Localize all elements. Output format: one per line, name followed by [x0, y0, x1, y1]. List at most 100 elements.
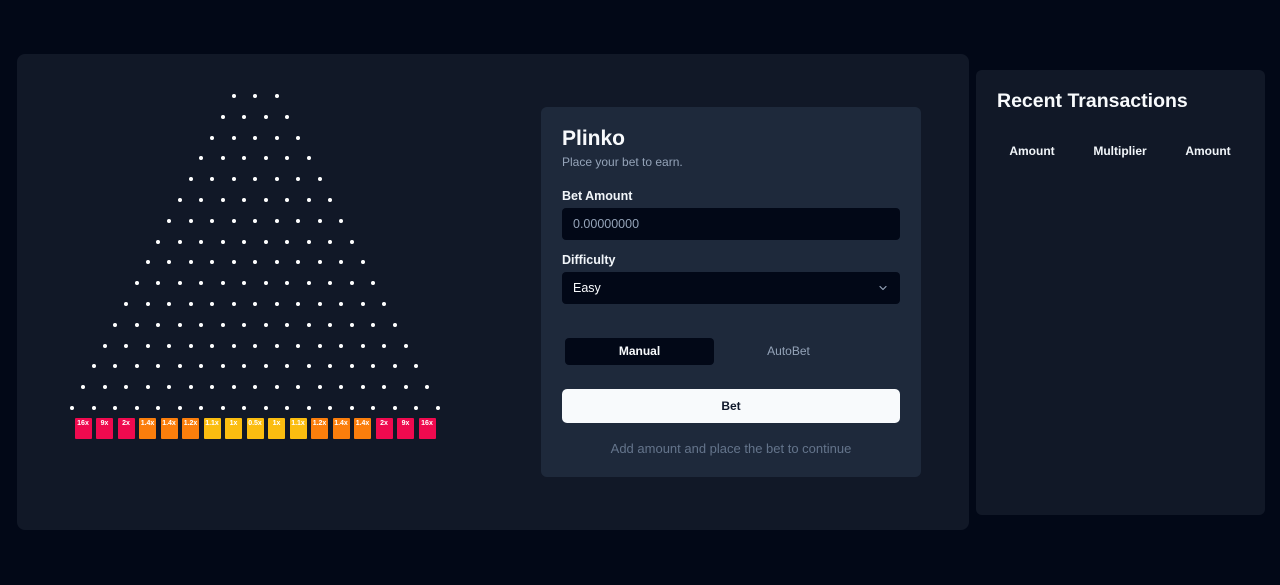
peg	[403, 343, 408, 348]
peg	[349, 281, 354, 286]
peg	[317, 385, 322, 390]
peg	[263, 239, 268, 244]
peg	[167, 343, 171, 348]
peg	[188, 177, 193, 182]
peg	[231, 260, 236, 265]
peg	[145, 343, 150, 348]
peg	[296, 385, 300, 390]
peg	[274, 385, 279, 390]
peg	[253, 385, 257, 390]
peg	[296, 218, 300, 223]
peg	[167, 385, 171, 390]
peg	[210, 177, 214, 182]
peg	[220, 198, 225, 202]
peg	[317, 260, 322, 265]
peg	[199, 406, 204, 410]
tab-manual[interactable]: Manual	[565, 338, 714, 365]
peg	[242, 198, 247, 202]
bet-button[interactable]: Bet	[562, 389, 900, 423]
peg	[285, 156, 290, 161]
peg	[145, 302, 150, 306]
peg	[134, 364, 139, 369]
peg	[177, 322, 182, 327]
difficulty-select[interactable]: Easy	[562, 272, 900, 304]
peg	[210, 135, 214, 140]
peg	[274, 135, 279, 140]
peg	[145, 385, 150, 390]
multiplier-label: 1.4x	[162, 420, 176, 427]
peg	[296, 302, 300, 306]
multiplier-label: 16x	[421, 420, 433, 427]
multiplier-label: 2x	[380, 420, 388, 427]
bet-amount-label: Bet Amount	[562, 189, 633, 203]
peg	[382, 302, 386, 306]
multiplier-label: 1x	[272, 420, 281, 427]
peg	[360, 302, 365, 306]
peg	[134, 322, 139, 327]
peg	[371, 322, 376, 327]
peg	[242, 239, 247, 244]
multiplier-bucket: 0.5x	[246, 418, 264, 439]
peg	[70, 406, 75, 410]
peg	[414, 364, 419, 369]
peg	[113, 406, 118, 410]
peg	[177, 281, 182, 286]
peg	[177, 239, 182, 244]
multiplier-bucket: 16x	[74, 418, 92, 439]
peg	[306, 239, 311, 244]
multiplier-label: 0.5x	[248, 420, 262, 427]
peg	[403, 385, 408, 390]
multiplier-bucket: 1.4x	[354, 418, 371, 439]
peg	[263, 364, 268, 369]
multiplier-bucket: 1.2x	[182, 418, 199, 439]
tab-autobet[interactable]: AutoBet	[714, 338, 863, 365]
peg	[231, 177, 236, 182]
peg	[124, 302, 128, 306]
difficulty-label: Difficulty	[562, 253, 616, 267]
transactions-panel: Recent Transactions Amount Multiplier Am…	[976, 70, 1265, 515]
multiplier-bucket: 1.1x	[203, 418, 221, 439]
peg	[242, 114, 247, 119]
peg	[285, 114, 290, 119]
peg	[425, 385, 429, 390]
peg	[371, 406, 376, 410]
peg	[349, 239, 354, 244]
multiplier-label: 1.2x	[312, 420, 327, 427]
peg	[156, 406, 161, 410]
peg	[91, 364, 96, 369]
transactions-title: Recent Transactions	[997, 90, 1188, 112]
peg	[167, 260, 171, 265]
multiplier-bucket: 2x	[117, 418, 135, 439]
peg	[177, 406, 182, 410]
peg	[339, 218, 343, 223]
peg	[220, 239, 225, 244]
peg	[199, 156, 204, 161]
multiplier-label: 1.4x	[140, 420, 155, 427]
peg	[274, 177, 279, 182]
peg	[285, 364, 290, 369]
peg	[253, 343, 257, 348]
multiplier-bucket: 1x	[268, 418, 285, 439]
peg	[253, 218, 257, 223]
peg	[188, 302, 193, 306]
peg	[220, 114, 225, 119]
peg	[435, 406, 440, 410]
peg	[210, 260, 214, 265]
peg	[231, 385, 236, 390]
peg	[263, 198, 268, 202]
difficulty-value: Easy	[573, 281, 601, 295]
multiplier-label: 1.4x	[334, 420, 348, 427]
peg	[91, 406, 96, 410]
peg	[188, 218, 193, 223]
peg	[231, 302, 236, 306]
game-subtitle: Place your bet to earn.	[562, 155, 683, 169]
multiplier-bucket: 1x	[225, 418, 242, 439]
peg	[263, 322, 268, 327]
peg	[382, 343, 386, 348]
peg	[371, 281, 376, 286]
multiplier-label: 16x	[77, 420, 89, 427]
bet-amount-input[interactable]: 0.00000000	[562, 208, 900, 240]
peg	[242, 364, 247, 369]
peg	[253, 302, 257, 306]
peg	[167, 302, 171, 306]
